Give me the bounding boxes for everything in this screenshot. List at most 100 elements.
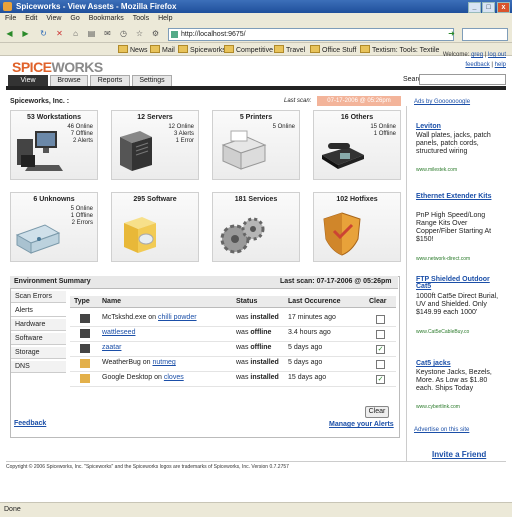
menu-view[interactable]: View	[41, 13, 65, 22]
menu-edit[interactable]: Edit	[20, 13, 41, 22]
advertise-link[interactable]: Advertise on this site	[414, 427, 469, 433]
side-tab-alerts[interactable]: Alerts	[11, 305, 66, 317]
bookmark-spiceworks[interactable]: Spiceworks	[178, 45, 226, 54]
help-link[interactable]: help	[495, 62, 506, 68]
clear-checkbox[interactable]: ✓	[376, 375, 385, 384]
user-link[interactable]: greg	[471, 52, 483, 58]
card-stat: 1 Error	[175, 138, 194, 144]
bookmark-competitive[interactable]: Competitive	[224, 45, 273, 54]
invite-friend-link[interactable]: Invite a Friend	[432, 450, 486, 459]
ad-url[interactable]: www.cybertlink.com	[416, 404, 460, 410]
ad-text: Keystone Jacks, Bezels, More. As Low as …	[416, 369, 492, 392]
spiceworks-logo[interactable]: SPICEWORKS	[12, 59, 103, 75]
bookmark-star-icon[interactable]: ☆	[134, 29, 145, 39]
ad-title[interactable]: Leviton	[416, 123, 441, 130]
address-bar[interactable]: http://localhost:9675/	[168, 28, 454, 41]
clear-checkbox[interactable]	[376, 315, 385, 324]
tab-view[interactable]: View	[8, 75, 48, 86]
side-tab-hardware[interactable]: Hardware	[11, 319, 66, 331]
welcome-text: Welcome: greg | log out	[442, 52, 506, 58]
history-icon[interactable]: ◷	[118, 29, 129, 39]
maximize-button[interactable]: □	[482, 2, 495, 13]
computer-icon	[80, 344, 90, 353]
card-software[interactable]: 295 Software	[111, 192, 199, 262]
tools-icon[interactable]: ⚙	[150, 29, 161, 39]
device-link[interactable]: chilli powder	[158, 314, 197, 321]
go-icon[interactable]: ➜	[446, 29, 457, 39]
card-services[interactable]: 181 Services	[212, 192, 300, 262]
folder-icon	[360, 45, 370, 53]
menu-go[interactable]: Go	[65, 13, 83, 22]
feedback-link[interactable]: feedback	[465, 62, 489, 68]
mail-icon[interactable]: ✉	[102, 29, 113, 39]
side-tab-dns[interactable]: DNS	[11, 361, 66, 373]
ad-title[interactable]: Cat5 jacks	[416, 360, 451, 367]
menu-bookmarks[interactable]: Bookmarks	[84, 13, 128, 22]
bookmark-travel[interactable]: Travel	[274, 45, 305, 54]
search-input[interactable]	[419, 74, 506, 85]
column-last-occurence[interactable]: Last Occurence	[288, 298, 341, 305]
ad-title[interactable]: FTP Shielded Outdoor Cat5	[416, 276, 502, 290]
card-hotfixes[interactable]: 102 Hotfixes	[313, 192, 401, 262]
column-status[interactable]: Status	[236, 298, 257, 305]
print-icon[interactable]: ▤	[86, 29, 97, 39]
web-search-input[interactable]	[462, 28, 508, 41]
unknown-device-icon	[15, 224, 61, 254]
ad-url[interactable]: www.milestek.com	[416, 167, 457, 173]
side-tab-storage[interactable]: Storage	[11, 347, 66, 359]
menu-tools[interactable]: Tools	[128, 13, 153, 22]
card-printers[interactable]: 5 Printers 5 Online	[212, 110, 300, 180]
computer-icon	[80, 329, 90, 338]
header-links: feedback | help	[465, 62, 506, 68]
column-name[interactable]: Name	[102, 298, 121, 305]
folder-icon	[150, 45, 160, 53]
close-button[interactable]: x	[497, 2, 510, 13]
clear-checkbox[interactable]	[376, 330, 385, 339]
clear-checkbox[interactable]	[376, 360, 385, 369]
home-icon[interactable]: ⌂	[70, 29, 81, 39]
clear-button[interactable]: Clear	[365, 406, 389, 418]
card-unknowns[interactable]: 6 Unknowns 5 Online 1 Offline 2 Errors	[10, 192, 98, 262]
clear-checkbox[interactable]: ✓	[376, 345, 385, 354]
computer-icon	[80, 314, 90, 323]
forward-icon[interactable]: ▶	[20, 29, 31, 39]
device-link[interactable]: zaatar	[102, 344, 121, 351]
back-icon[interactable]: ◀	[4, 29, 15, 39]
ads-by-link[interactable]: Ads by Gooooooogle	[414, 99, 470, 105]
side-tab-software[interactable]: Software	[11, 333, 66, 345]
feedback-link[interactable]: Feedback	[14, 420, 46, 427]
card-others[interactable]: 16 Others 15 Online 1 Offline	[313, 110, 401, 180]
device-link[interactable]: wattleseed	[102, 329, 135, 336]
bookmark-mail[interactable]: Mail	[150, 45, 175, 54]
bookmark-textism[interactable]: Textism: Tools: Textile	[360, 45, 439, 54]
reload-icon[interactable]: ↻	[38, 29, 49, 39]
stop-icon[interactable]: ✕	[54, 29, 65, 39]
row-when: 17 minutes ago	[288, 314, 336, 321]
bookmark-office-stuff[interactable]: Office Stuff	[310, 45, 356, 54]
menu-help[interactable]: Help	[153, 13, 176, 22]
device-link[interactable]: nutmeg	[152, 359, 175, 366]
card-workstations[interactable]: 53 Workstations 46 Online 7 Offline 2 Al…	[10, 110, 98, 180]
device-link[interactable]: cloves	[164, 374, 184, 381]
menu-file[interactable]: File	[0, 13, 20, 22]
column-type[interactable]: Type	[74, 298, 90, 305]
card-stat: 46 Online	[67, 124, 93, 130]
column-clear[interactable]: Clear	[369, 298, 387, 305]
tab-browse[interactable]: Browse	[50, 75, 88, 86]
logout-link[interactable]: log out	[488, 52, 506, 58]
minimize-button[interactable]: _	[468, 2, 481, 13]
ad-title[interactable]: Ethernet Extender Kits	[416, 193, 502, 200]
window-titlebar: Spiceworks - View Assets - Mozilla Firef…	[0, 0, 512, 13]
side-tab-scan-errors[interactable]: Scan Errors	[11, 291, 66, 303]
row-when: 5 days ago	[288, 359, 323, 366]
card-title: 12 Servers	[137, 114, 173, 121]
ad-url[interactable]: www.Cat5eCableBuy.co	[416, 329, 469, 335]
card-servers[interactable]: 12 Servers 12 Online 3 Alerts 1 Error	[111, 110, 199, 180]
bookmark-news[interactable]: News	[118, 45, 148, 54]
row-name: wattleseed	[102, 329, 135, 336]
tab-settings[interactable]: Settings	[132, 75, 172, 86]
ad-url[interactable]: www.network-direct.com	[416, 256, 470, 262]
manage-alerts-link[interactable]: Manage your Alerts	[329, 421, 394, 428]
firefox-icon	[3, 2, 12, 11]
tab-reports[interactable]: Reports	[90, 75, 130, 86]
